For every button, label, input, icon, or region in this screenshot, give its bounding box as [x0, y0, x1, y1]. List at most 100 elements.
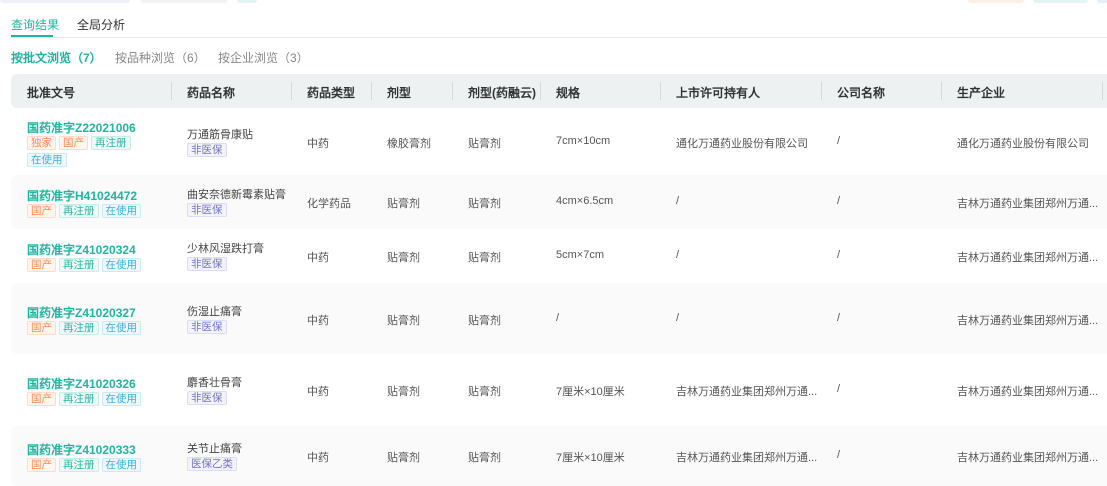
approval-number-link[interactable]: 国药准字Z22021006: [27, 119, 136, 136]
status-tags: 国产 再注册 在使用: [27, 258, 162, 272]
tag-domestic: 国产: [27, 258, 56, 272]
tag-domestic: 国产: [27, 321, 56, 335]
dosage-form-ryy: 贴膏剂: [468, 138, 501, 150]
table-row: 国药准字Z41020333 国产 再注册 在使用 关节止痛膏医保乙类 中药 贴膏剂 贴膏剂 7厘…: [11, 426, 1107, 486]
insurance-badge: 非医保: [187, 203, 227, 217]
header-col-drug-type: 药品类型: [307, 86, 356, 100]
table-header: 批准文号 药品名称 药品类型 剂型 剂型(药融云) 规格 上市许可持有人 公司名称 生产企业: [11, 74, 1107, 108]
approval-number-link[interactable]: 国药准字Z41020333: [27, 441, 136, 458]
spec: 4cm×6.5cm: [556, 195, 614, 207]
column-resize-handle[interactable]: [660, 82, 661, 100]
tag-reregistered: 再注册: [59, 392, 99, 406]
drug-name: 曲安奈德新霉素贴膏: [187, 189, 286, 201]
table-row: 国药准字Z22021006 独家 国产 再注册 在使用 万通筋骨康贴 非医保 中药 橡胶膏剂 贴膏…: [11, 108, 1107, 175]
header-col-dosage-form: 剂型: [387, 86, 412, 100]
tag-in-use: 在使用: [101, 392, 141, 406]
tab-results[interactable]: 查询结果: [11, 16, 59, 33]
header-col-holder: 上市许可持有人: [676, 86, 761, 100]
tab-analysis[interactable]: 全局分析: [77, 16, 125, 33]
active-tab-indicator: [11, 35, 53, 37]
drug-type: 中药: [307, 452, 329, 464]
license-holder: /: [676, 312, 680, 324]
company-name: /: [837, 312, 841, 324]
column-resize-handle[interactable]: [941, 82, 942, 100]
drug-type: 中药: [307, 252, 329, 264]
column-resize-handle[interactable]: [1102, 82, 1103, 100]
header-col-company: 公司名称: [837, 86, 886, 100]
license-holder: 吉林万通药业集团郑州万通...: [676, 386, 818, 398]
dosage-form-ryy: 贴膏剂: [468, 452, 501, 464]
tag-in-use: 在使用: [101, 458, 141, 472]
dosage-form-ryy: 贴膏剂: [468, 315, 501, 327]
spec: /: [556, 312, 560, 324]
dosage-form: 贴膏剂: [387, 452, 420, 464]
drug-type: 中药: [307, 386, 329, 398]
drug-name: 麝香壮骨膏: [187, 377, 242, 389]
drug-type: 中药: [307, 315, 329, 327]
insurance-badge: 非医保: [187, 257, 227, 271]
tag-reregistered: 再注册: [91, 136, 131, 150]
subtab-by-approval[interactable]: 按批文浏览（7）: [11, 49, 102, 66]
column-resize-handle[interactable]: [171, 82, 172, 100]
tag-in-use: 在使用: [101, 258, 141, 272]
approval-number-link[interactable]: 国药准字Z41020327: [27, 304, 136, 321]
spec: 7cm×10cm: [556, 135, 611, 147]
dosage-form-ryy: 贴膏剂: [468, 198, 501, 210]
table-body: 国药准字Z22021006 独家 国产 再注册 在使用 万通筋骨康贴 非医保 中药 橡胶膏剂 贴膏…: [11, 108, 1107, 486]
dosage-form: 贴膏剂: [387, 315, 420, 327]
column-resize-handle[interactable]: [540, 82, 541, 100]
subtab-by-variety[interactable]: 按品种浏览（6）: [115, 49, 206, 66]
drug-name: 少林风湿跌打膏: [187, 243, 264, 255]
drug-name: 伤湿止痛膏: [187, 306, 242, 318]
manufacturer: 吉林万通药业集团郑州万通...: [957, 452, 1099, 464]
manufacturer: 吉林万通药业集团郑州万通...: [957, 252, 1099, 264]
tag-domestic: 国产: [59, 136, 88, 150]
status-tags: 国产 再注册 在使用: [27, 204, 162, 218]
drug-name: 关节止痛膏: [187, 443, 242, 455]
dosage-form: 贴膏剂: [387, 386, 420, 398]
insurance-badge: 非医保: [187, 320, 227, 334]
drug-type: 中药: [307, 138, 329, 150]
drug-name: 万通筋骨康贴: [187, 129, 253, 141]
status-tags: 独家 国产 再注册 在使用: [27, 136, 162, 167]
results-table: 批准文号 药品名称 药品类型 剂型 剂型(药融云) 规格 上市许可持有人 公司名称 生产企业 国…: [11, 74, 1107, 486]
column-resize-handle[interactable]: [821, 82, 822, 100]
column-resize-handle[interactable]: [291, 82, 292, 100]
insurance-badge: 非医保: [187, 143, 227, 157]
subtab-by-company[interactable]: 按企业浏览（3）: [218, 49, 309, 66]
header-col-approval-number: 批准文号: [27, 86, 76, 100]
company-name: /: [837, 195, 841, 207]
tag-in-use: 在使用: [101, 321, 141, 335]
spec: 7厘米×10厘米: [556, 452, 625, 464]
tag-exclusive: 独家: [27, 136, 56, 150]
tag-reregistered: 再注册: [59, 258, 99, 272]
status-tags: 国产 再注册 在使用: [27, 458, 162, 472]
drug-type: 化学药品: [307, 198, 351, 210]
header-col-manufacturer: 生产企业: [957, 86, 1006, 100]
header-col-dosage-form-ryy: 剂型(药融云): [468, 86, 536, 100]
insurance-badge: 非医保: [187, 391, 227, 405]
dosage-form: 橡胶膏剂: [387, 138, 431, 150]
tag-domestic: 国产: [27, 458, 56, 472]
company-name: /: [837, 249, 841, 261]
header-col-drug-name: 药品名称: [187, 86, 236, 100]
table-row: 国药准字Z41020324 国产 再注册 在使用 少林风湿跌打膏 非医保 中药 贴膏剂 贴膏剂 5…: [11, 229, 1107, 283]
column-resize-handle[interactable]: [371, 82, 372, 100]
approval-number-link[interactable]: 国药准字Z41020326: [27, 375, 136, 392]
table-row: 国药准字Z41020326 国产 再注册 在使用 麝香壮骨膏 非医保 中药 贴膏剂 贴膏剂 7厘米…: [11, 354, 1107, 426]
license-holder: /: [676, 249, 680, 261]
insurance-badge: 医保乙类: [187, 457, 237, 471]
dosage-form-ryy: 贴膏剂: [468, 252, 501, 264]
column-resize-handle[interactable]: [452, 82, 453, 100]
tag-reregistered: 再注册: [59, 321, 99, 335]
manufacturer: 吉林万通药业集团郑州万通...: [957, 198, 1099, 210]
header-col-spec: 规格: [556, 86, 581, 100]
license-holder: 吉林万通药业集团郑州万通...: [676, 452, 818, 464]
approval-number-link[interactable]: 国药准字Z41020324: [27, 241, 136, 258]
license-holder: 通化万通药业股份有限公司: [676, 138, 808, 150]
company-name: /: [837, 383, 841, 395]
table-row: 国药准字H41024472 国产 再注册 在使用 曲安奈德新霉素贴膏 非医保 化学药品 贴膏剂…: [11, 175, 1107, 229]
tag-in-use: 在使用: [101, 204, 141, 218]
approval-number-link[interactable]: 国药准字H41024472: [27, 187, 137, 204]
manufacturer: 吉林万通药业集团郑州万通...: [957, 315, 1099, 327]
